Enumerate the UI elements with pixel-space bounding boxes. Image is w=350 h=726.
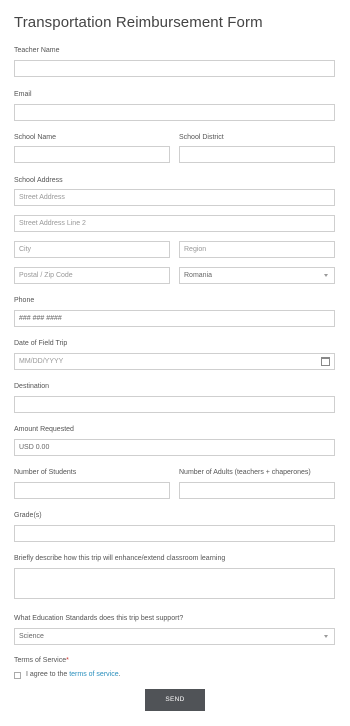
grades-input[interactable] — [14, 525, 335, 542]
city-input[interactable]: City — [14, 241, 170, 258]
terms-checkbox[interactable] — [14, 672, 21, 679]
amount-label: Amount Requested — [14, 426, 74, 433]
students-label: Number of Students — [14, 469, 77, 476]
standards-value: Science — [19, 633, 44, 640]
date-placeholder: MM/DD/YYYY — [19, 358, 64, 365]
teacher-name-label: Teacher Name — [14, 47, 60, 54]
students-input[interactable] — [14, 482, 170, 499]
postal-code-input[interactable]: Postal / Zip Code — [14, 267, 170, 284]
required-mark: * — [66, 657, 69, 664]
phone-input[interactable]: ### ### #### — [14, 310, 335, 327]
agree-prefix: I agree to the — [26, 671, 70, 678]
describe-textarea[interactable] — [14, 568, 335, 599]
adults-label: Number of Adults (teachers + chaperones) — [179, 469, 311, 476]
school-name-input[interactable] — [14, 146, 170, 163]
agree-period: . — [118, 671, 121, 678]
email-label: Email — [14, 91, 32, 98]
send-button[interactable]: SEND — [145, 689, 205, 711]
street-address-input[interactable]: Street Address — [14, 189, 335, 206]
destination-label: Destination — [14, 383, 50, 390]
school-name-label: School Name — [14, 134, 57, 141]
school-district-input[interactable] — [179, 146, 335, 163]
school-address-label: School Address — [14, 177, 63, 184]
calendar-icon[interactable] — [321, 357, 330, 366]
email-input[interactable] — [14, 104, 335, 121]
field-trip-date-label: Date of Field Trip — [14, 340, 68, 347]
country-value: Romania — [184, 272, 213, 279]
terms-label: Terms of Service* — [14, 657, 69, 664]
terms-link[interactable]: terms of service — [69, 671, 118, 678]
standards-label: What Education Standards does this trip … — [14, 615, 184, 622]
terms-label-text: Terms of Service — [14, 657, 67, 664]
street-address-line2-input[interactable]: Street Address Line 2 — [14, 215, 335, 232]
teacher-name-input[interactable] — [14, 60, 335, 77]
grades-label: Grade(s) — [14, 512, 42, 519]
region-input[interactable]: Region — [179, 241, 335, 258]
describe-label: Briefly describe how this trip will enha… — [14, 555, 226, 562]
date-input[interactable]: MM/DD/YYYY — [14, 353, 335, 370]
adults-input[interactable] — [179, 482, 335, 499]
standards-select[interactable]: Science — [14, 628, 335, 645]
agree-text: I agree to the terms of service. — [26, 671, 121, 678]
form-title: Transportation Reimbursement Form — [14, 14, 263, 31]
country-select[interactable]: Romania — [179, 267, 335, 284]
school-district-label: School District — [179, 134, 224, 141]
destination-input[interactable] — [14, 396, 335, 413]
phone-label: Phone — [14, 297, 35, 304]
amount-input[interactable]: USD 0.00 — [14, 439, 335, 456]
